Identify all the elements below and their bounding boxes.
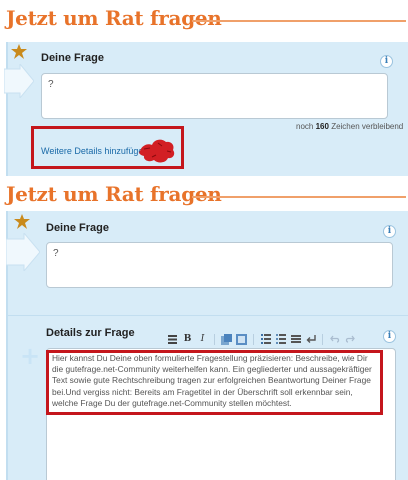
undo-icon[interactable] [328,333,341,346]
line-break-icon[interactable] [304,333,317,346]
ordered-list-icon[interactable] [259,333,272,346]
paragraph-icon[interactable] [166,333,179,346]
title-underline [192,20,406,22]
question-label: Deine Frage [46,222,109,234]
unordered-list-icon[interactable] [274,333,287,346]
italic-icon[interactable]: I [196,333,209,346]
toolbar-separator [322,333,323,345]
redo-icon[interactable] [343,333,356,346]
editor-toolbar: B I [166,332,356,346]
link-icon[interactable] [220,333,233,346]
info-icon[interactable]: i [383,330,396,343]
star-icon [14,214,30,229]
toolbar-separator [253,333,254,345]
bold-icon[interactable]: B [181,333,194,346]
counter-value: 160 [315,122,329,131]
details-placeholder-text: Hier kannst Du Deine oben formulierte Fr… [52,353,372,408]
top-panel: Jetzt um Rat fragen Deine Frage i ? noch… [0,0,408,176]
add-section-icon: + [20,342,41,370]
image-icon[interactable] [235,333,248,346]
toolbar-separator [214,333,215,345]
question-input[interactable]: ? [46,242,393,288]
character-counter: noch 160 Zeichen verbleibend [296,122,403,131]
add-details-link[interactable]: Weitere Details hinzufügen [41,146,148,156]
cursor-icon [139,139,175,163]
step-arrow-icon [4,64,34,98]
counter-suffix: Zeichen verbleibend [331,122,404,131]
page-title: Jetzt um Rat fragen [6,6,222,30]
info-icon[interactable]: i [380,55,393,68]
question-label: Deine Frage [41,52,104,64]
star-icon [11,44,27,59]
bottom-panel: Jetzt um Rat fragen Deine Frage i ? Deta… [0,176,408,480]
page-title: Jetzt um Rat fragen [6,182,222,206]
details-label: Details zur Frage [46,327,135,339]
question-input[interactable]: ? [41,73,388,119]
title-underline [192,196,406,198]
horizontal-rule-icon[interactable] [289,333,302,346]
info-icon[interactable]: i [383,225,396,238]
counter-prefix: noch [296,122,314,131]
step-arrow-icon [6,233,40,271]
